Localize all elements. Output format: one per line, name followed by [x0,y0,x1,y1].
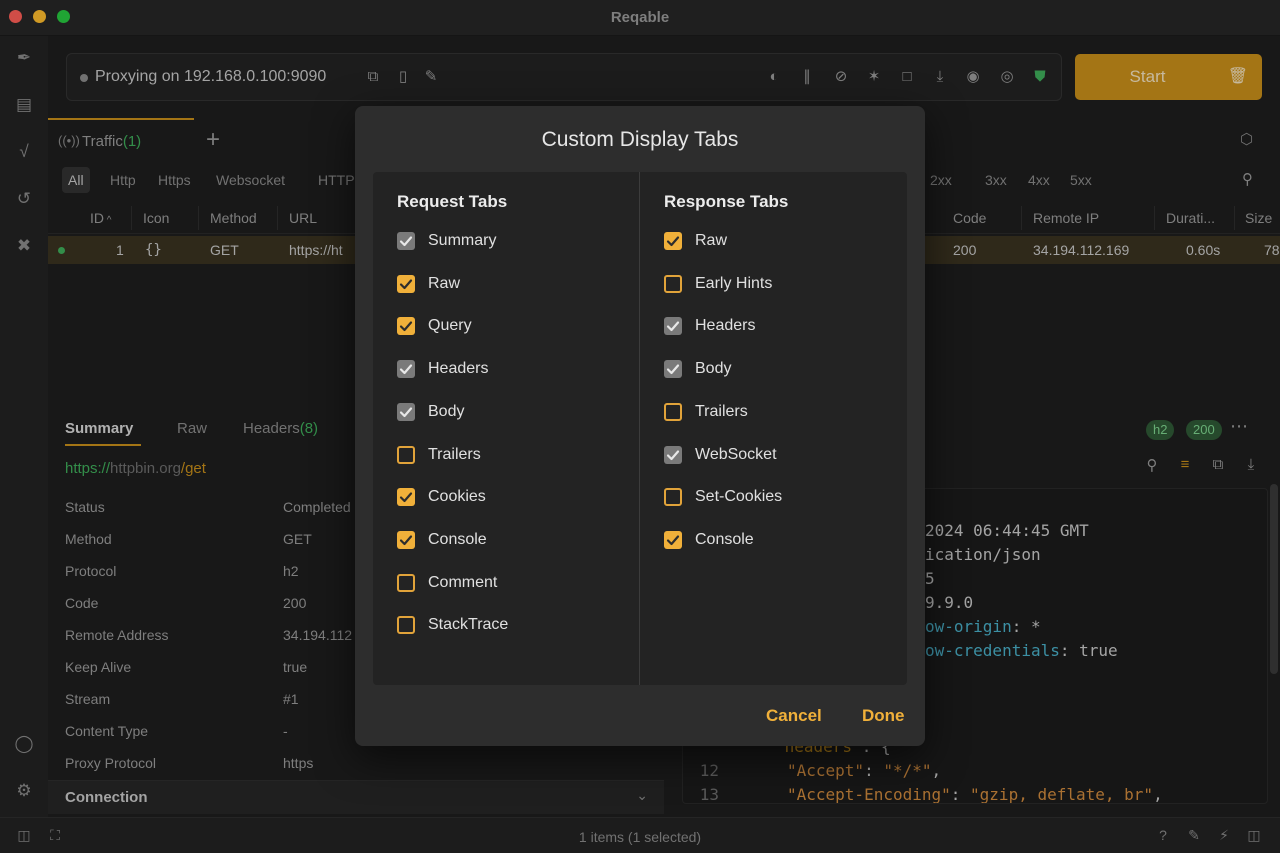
response-tab-option-label: WebSocket [695,445,777,463]
checkbox-unchecked[interactable] [397,445,415,464]
request-tab-option-label: Query [428,317,472,335]
checkbox-checked[interactable] [397,317,415,336]
response-tab-option-label: Headers [695,317,756,335]
checkbox-checked[interactable] [397,274,415,293]
done-button[interactable]: Done [862,706,905,726]
custom-display-tabs-dialog: Custom Display Tabs Request Tabs Respons… [355,106,925,746]
response-tab-option-label: Raw [695,232,728,249]
checkbox-checked[interactable] [397,402,415,421]
checkbox-checked[interactable] [664,360,682,379]
checkbox-checked[interactable] [397,488,415,507]
checkbox-unchecked[interactable] [664,488,682,507]
checkbox-checked[interactable] [664,530,682,549]
checkbox-checked[interactable] [397,530,415,549]
checkbox-unchecked[interactable] [397,573,415,592]
response-tab-option-label: Body [695,360,732,378]
request-tab-option-label: Trailers [428,445,481,463]
request-tab-option-label: Summary [428,232,497,249]
request-tab-option-label: Raw [428,274,461,292]
response-tab-option-label: Set-Cookies [695,488,783,506]
request-tab-option-label: Comment [428,573,498,591]
response-tab-option-label: Console [695,530,754,548]
response-tab-option-label: Trailers [695,402,748,420]
request-tab-option-label: Body [428,402,465,420]
column-divider [639,172,640,685]
request-tab-option-label: Console [428,530,487,548]
checkbox-unchecked[interactable] [664,402,682,421]
checkbox-checked[interactable] [664,317,682,336]
checkbox-checked[interactable] [397,232,415,250]
request-tab-option-label: Headers [428,360,489,378]
cancel-button[interactable]: Cancel [766,706,822,726]
response-tab-option-label: Early Hints [695,274,773,292]
dialog-body: Request Tabs Response Tabs Summary Raw Que… [373,172,907,685]
request-tab-option-label: Cookies [428,488,486,506]
checkbox-unchecked[interactable] [664,274,682,293]
checkbox-checked[interactable] [664,445,682,464]
dialog-title: Custom Display Tabs [541,128,739,151]
checkbox-checked[interactable] [664,232,682,250]
request-tab-option-label: StackTrace [428,616,509,634]
request-tabs-heading: Request Tabs [397,192,508,211]
checkbox-checked[interactable] [397,360,415,379]
response-tabs-heading: Response Tabs [664,192,789,211]
checkbox-unchecked[interactable] [397,616,415,635]
